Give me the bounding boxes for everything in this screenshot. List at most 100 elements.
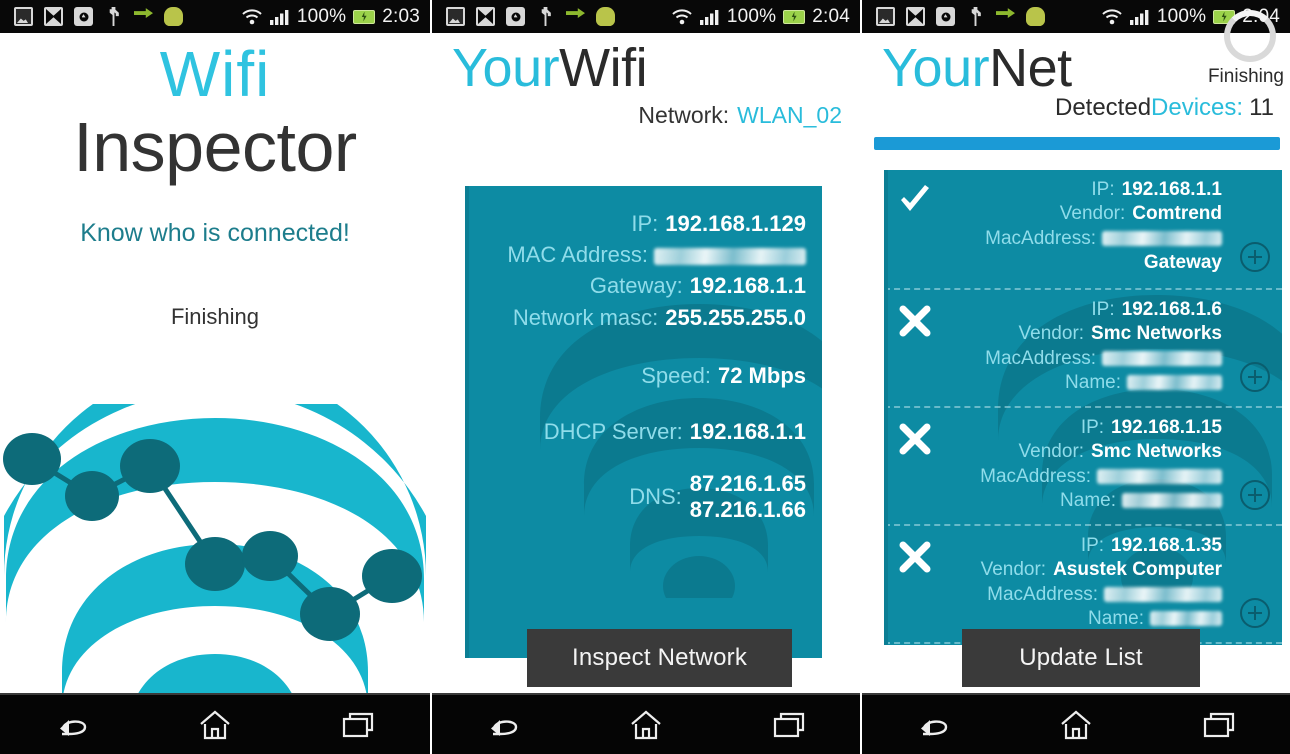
status-bar-right-icons: 100% 2:04 [671, 6, 850, 28]
gateway-value: 192.168.1.1 [689, 273, 806, 299]
netmask-value: 255.255.255.0 [665, 304, 806, 330]
device-fields: IP: 192.168.1.15 Vendor: Smc Networks MacA… [980, 416, 1222, 513]
device-vendor-row: Vendor: Smc Networks [985, 322, 1222, 346]
add-device-icon[interactable] [1240, 242, 1270, 272]
home-button[interactable] [1039, 705, 1113, 745]
loading-spinner-icon [1224, 10, 1276, 62]
mac-value-redacted [1104, 587, 1222, 603]
battery-charging-icon [783, 9, 806, 24]
wifi-icon [241, 8, 263, 25]
home-button[interactable] [178, 705, 252, 745]
gallery-icon [14, 7, 33, 26]
device-mac-row: MacAddress: [985, 227, 1222, 251]
ip-label: IP: [1080, 535, 1105, 556]
wifi-network-logo-icon [0, 365, 430, 734]
ip-label: IP: [1091, 299, 1115, 320]
mac-label: MacAddress: [985, 347, 1096, 369]
battery-percent: 100% [726, 5, 777, 27]
mac-value-redacted [1102, 351, 1222, 367]
device-row[interactable]: IP: 192.168.1.6 Vendor: Smc Networks MacAd… [884, 288, 1282, 406]
camera-upload-icon [506, 7, 525, 26]
mac-value-redacted [1102, 231, 1222, 247]
ip-value: 192.168.1.129 [665, 211, 806, 236]
mail-icon [44, 7, 63, 26]
update-list-button[interactable]: Update List [962, 629, 1200, 687]
ip-label: IP: [1091, 179, 1115, 200]
device-mac-row: MacAddress: [981, 583, 1222, 607]
loading-status: Finishing [1207, 66, 1284, 87]
device-row[interactable]: IP: 192.168.1.1 Vendor: Comtrend MacAddres… [884, 170, 1282, 288]
speed-value: 72 Mbps [717, 362, 806, 388]
recents-button[interactable] [752, 705, 826, 745]
device-row[interactable]: IP: 192.168.1.15 Vendor: Smc Networks MacA… [884, 406, 1282, 524]
mail-icon [476, 7, 495, 26]
device-mac-row: MacAddress: [980, 465, 1222, 489]
recents-button[interactable] [1182, 705, 1256, 745]
android-nav-bar [0, 693, 430, 754]
cross-icon [898, 304, 932, 338]
recents-button[interactable] [321, 705, 395, 745]
inspect-network-label: Inspect Network [571, 644, 748, 671]
device-list[interactable]: IP: 192.168.1.1 Vendor: Comtrend MacAddres… [884, 170, 1282, 645]
network-value[interactable]: WLAN_02 [737, 102, 842, 128]
back-button[interactable] [35, 705, 109, 745]
dhcp-value: 192.168.1.1 [689, 418, 806, 444]
vendor-label: Vendor: [980, 559, 1047, 581]
status-bar-left-icons [14, 7, 183, 26]
info-row-ip: IP: 192.168.1.129 [486, 208, 806, 239]
device-name-value: Gateway [1143, 251, 1222, 273]
dns-value-1: 87.216.1.65 [689, 470, 806, 496]
network-info-card: IP: 192.168.1.129 MAC Address: Gateway: 19… [465, 186, 822, 658]
device-row[interactable]: IP: 192.168.1.35 Vendor: Asustek Computer … [884, 524, 1282, 642]
check-icon [898, 184, 932, 218]
ip-value: 192.168.1.6 [1121, 299, 1222, 320]
add-device-icon[interactable] [1240, 598, 1270, 628]
ip-label: IP: [1080, 417, 1105, 438]
brand-wifi: Wifi [559, 38, 648, 98]
device-vendor-row: Vendor: Asustek Computer [981, 558, 1222, 582]
mac-label: MacAddress: [987, 583, 1098, 605]
inspect-network-button[interactable]: Inspect Network [527, 629, 792, 687]
battery-charging-icon [353, 9, 376, 24]
cross-icon [898, 422, 932, 456]
status-bar-right-icons: 100% 2:03 [241, 6, 420, 28]
speed-label: Speed: [641, 362, 711, 388]
info-row-netmask: Network masc: 255.255.255.0 [486, 302, 806, 333]
network-label: Network: [638, 102, 730, 129]
status-bar: 100% 2:04 [432, 0, 860, 33]
add-device-icon[interactable] [1240, 362, 1270, 392]
detected-devices-row: DetectedDevices: 11 [1055, 94, 1274, 122]
screen-your-net: 100% 2:04 YourNet Finishing DetectedDevi… [860, 0, 1290, 754]
gallery-icon [446, 7, 465, 26]
ip-value: 192.168.1.35 [1111, 535, 1222, 556]
gallery-icon [876, 7, 895, 26]
add-device-icon[interactable] [1240, 480, 1270, 510]
brand-your: Your [452, 38, 560, 98]
info-row-gateway: Gateway: 192.168.1.1 [486, 270, 806, 301]
info-field-list: IP: 192.168.1.129 MAC Address: Gateway: 19… [486, 208, 806, 523]
dns-label: DNS: [629, 483, 682, 509]
three-screenshot-strip: 100% 2:03 Wifi Inspector Know who is con… [0, 0, 1290, 754]
camera-upload-icon [936, 7, 955, 26]
status-bar-left-icons [876, 7, 1045, 26]
wifi-icon [671, 8, 693, 25]
devices-count: 11 [1249, 94, 1274, 121]
device-ip-row: IP: 192.168.1.35 [981, 534, 1222, 558]
ip-value: 192.168.1.15 [1111, 417, 1222, 438]
back-button[interactable] [896, 705, 970, 745]
battery-percent: 100% [296, 5, 347, 27]
device-vendor-row: Vendor: Smc Networks [980, 440, 1222, 464]
home-button[interactable] [609, 705, 683, 745]
mac-value-redacted [1097, 469, 1222, 485]
device-name-redacted [1150, 611, 1222, 627]
vendor-value: Smc Networks [1091, 323, 1222, 345]
loading-status: Finishing [170, 303, 260, 329]
info-row-dhcp: DHCP Server: 192.168.1.1 [486, 419, 806, 445]
back-button[interactable] [466, 705, 540, 745]
brand-your: Your [882, 38, 990, 98]
screen-your-wifi: 100% 2:04 YourWifi Network: WLAN_02 IP: … [430, 0, 860, 754]
usb-icon [971, 7, 981, 26]
cellular-signal-icon [1129, 9, 1150, 25]
brand-net: Net [989, 38, 1072, 98]
device-name-redacted [1122, 493, 1222, 509]
